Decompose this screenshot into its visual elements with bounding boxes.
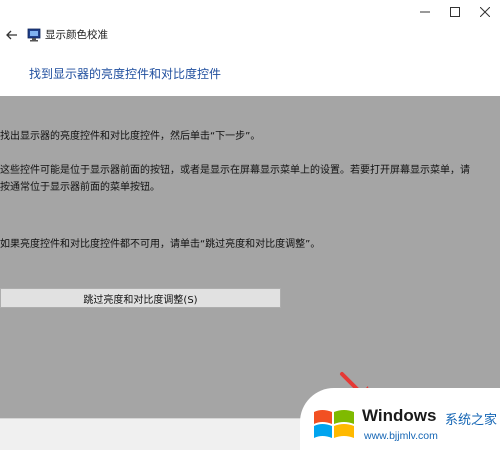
skip-brightness-contrast-button[interactable]: 跳过亮度和对比度调整(S) xyxy=(0,288,281,308)
close-button[interactable] xyxy=(470,0,500,24)
watermark-url: www.bjjmlv.com xyxy=(364,430,438,442)
window-header: 显示颜色校准 xyxy=(0,24,500,46)
monitor-icon xyxy=(27,27,41,42)
watermark-brand-cn: 系统之家 xyxy=(445,413,498,428)
close-icon xyxy=(480,7,490,17)
watermark: Windows 系统之家 www.bjjmlv.com xyxy=(300,388,500,450)
back-arrow-icon xyxy=(6,30,17,40)
windows-logo-icon xyxy=(314,410,354,438)
window-controls xyxy=(410,0,500,24)
title-bar xyxy=(0,0,500,24)
back-button[interactable] xyxy=(4,27,20,43)
watermark-brand: Windows xyxy=(362,406,437,425)
app-title: 显示颜色校准 xyxy=(45,29,108,41)
minimize-icon xyxy=(420,11,430,13)
instruction-paragraph-2: 这些控件可能是位于显示器前面的按钮，或者是显示在屏幕显示菜单上的设置。若要打开屏… xyxy=(0,165,470,193)
maximize-button[interactable] xyxy=(440,0,470,24)
instruction-paragraph-3: 如果亮度控件和对比度控件都不可用，请单击“跳过亮度和对比度调整”。 xyxy=(0,239,321,250)
maximize-icon xyxy=(450,7,460,17)
instruction-paragraph-1: 找出显示器的亮度控件和对比度控件，然后单击“下一步”。 xyxy=(0,131,261,142)
content-panel: 找出显示器的亮度控件和对比度控件，然后单击“下一步”。 这些控件可能是位于显示器… xyxy=(0,96,500,418)
page-heading: 找到显示器的亮度控件和对比度控件 xyxy=(29,67,222,81)
minimize-button[interactable] xyxy=(410,0,440,24)
